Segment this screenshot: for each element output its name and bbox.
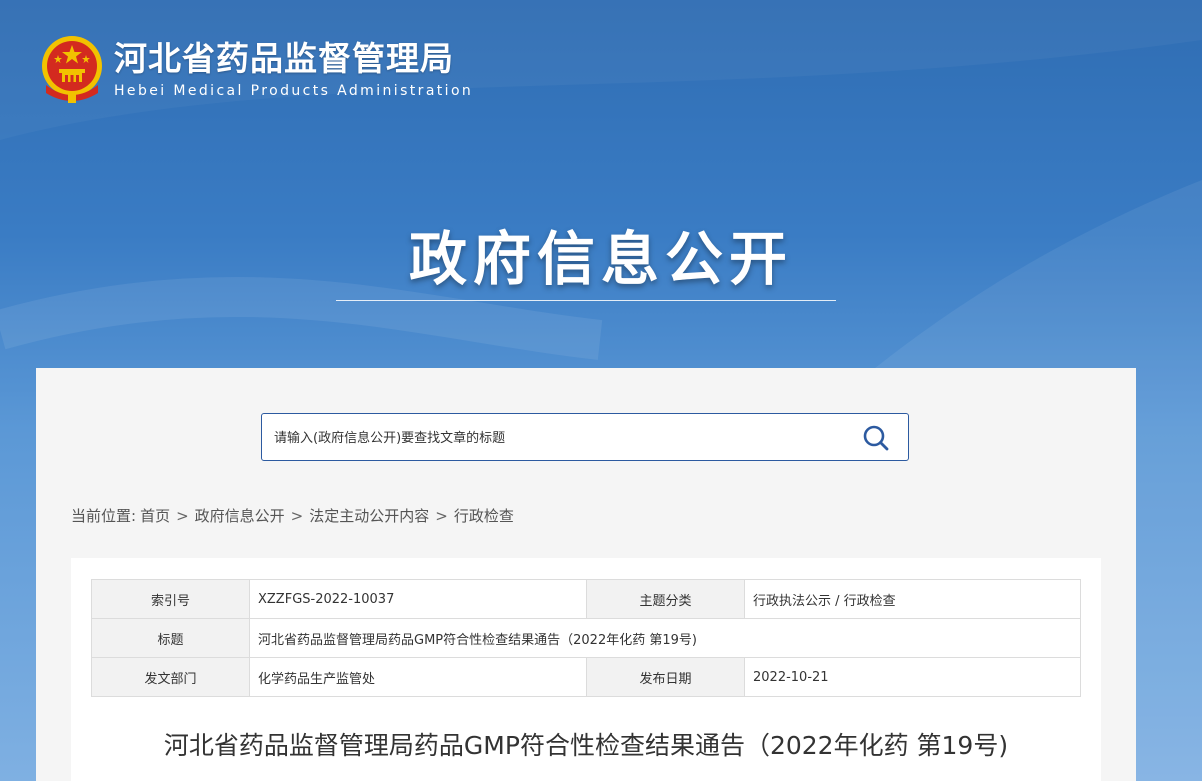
title-underline bbox=[336, 300, 836, 301]
main-panel: 当前位置: 首页 > 政府信息公开 > 法定主动公开内容 > 行政检查 索引号 … bbox=[36, 368, 1136, 781]
breadcrumb-statutory[interactable]: 法定主动公开内容 bbox=[309, 505, 429, 526]
breadcrumb-separator: > bbox=[435, 506, 448, 525]
search-input[interactable] bbox=[272, 414, 836, 462]
breadcrumb-prefix: 当前位置: bbox=[71, 507, 137, 525]
search-bar bbox=[261, 413, 909, 462]
category-value: 行政执法公示 / 行政检查 bbox=[744, 579, 1081, 619]
search-icon bbox=[863, 425, 889, 451]
page-title: 政府信息公开 bbox=[408, 225, 793, 293]
index-value: XZZFGS-2022-10037 bbox=[249, 579, 587, 619]
title-value: 河北省药品监督管理局药品GMP符合性检查结果通告（2022年化药 第19号) bbox=[249, 618, 1081, 658]
article-title: 河北省药品监督管理局药品GMP符合性检查结果通告（2022年化药 第19号) bbox=[163, 731, 1009, 760]
category-label: 主题分类 bbox=[586, 579, 745, 619]
article-meta-table: 索引号 XZZFGS-2022-10037 主题分类 行政执法公示 / 行政检查… bbox=[91, 579, 1081, 697]
breadcrumb: 当前位置: 首页 > 政府信息公开 > 法定主动公开内容 > 行政检查 bbox=[71, 505, 514, 526]
breadcrumb-separator: > bbox=[290, 506, 304, 525]
site-name-en: Hebei Medical Products Administration bbox=[114, 83, 474, 99]
index-label: 索引号 bbox=[91, 579, 250, 619]
date-label: 发布日期 bbox=[586, 657, 745, 697]
search-button[interactable] bbox=[862, 424, 890, 452]
meta-row: 标题 河北省药品监督管理局药品GMP符合性检查结果通告（2022年化药 第19号… bbox=[91, 618, 1081, 658]
site-name-cn: 河北省药品监督管理局 bbox=[114, 39, 454, 78]
article-card: 索引号 XZZFGS-2022-10037 主题分类 行政执法公示 / 行政检查… bbox=[71, 558, 1101, 781]
meta-row: 发文部门 化学药品生产监管处 发布日期 2022-10-21 bbox=[91, 657, 1081, 697]
meta-row: 索引号 XZZFGS-2022-10037 主题分类 行政执法公示 / 行政检查 bbox=[91, 579, 1081, 619]
breadcrumb-inspection[interactable]: 行政检查 bbox=[454, 505, 514, 526]
breadcrumb-separator: > bbox=[176, 506, 189, 525]
date-value: 2022-10-21 bbox=[744, 657, 1081, 697]
site-logo[interactable]: 河北省药品监督管理局 Hebei Medical Products Admini… bbox=[38, 33, 473, 105]
title-label: 标题 bbox=[91, 618, 250, 658]
breadcrumb-home[interactable]: 首页 bbox=[140, 505, 170, 526]
national-emblem-icon bbox=[38, 33, 106, 105]
breadcrumb-gov-info[interactable]: 政府信息公开 bbox=[195, 505, 285, 526]
dept-value: 化学药品生产监管处 bbox=[249, 657, 587, 697]
dept-label: 发文部门 bbox=[91, 657, 250, 697]
